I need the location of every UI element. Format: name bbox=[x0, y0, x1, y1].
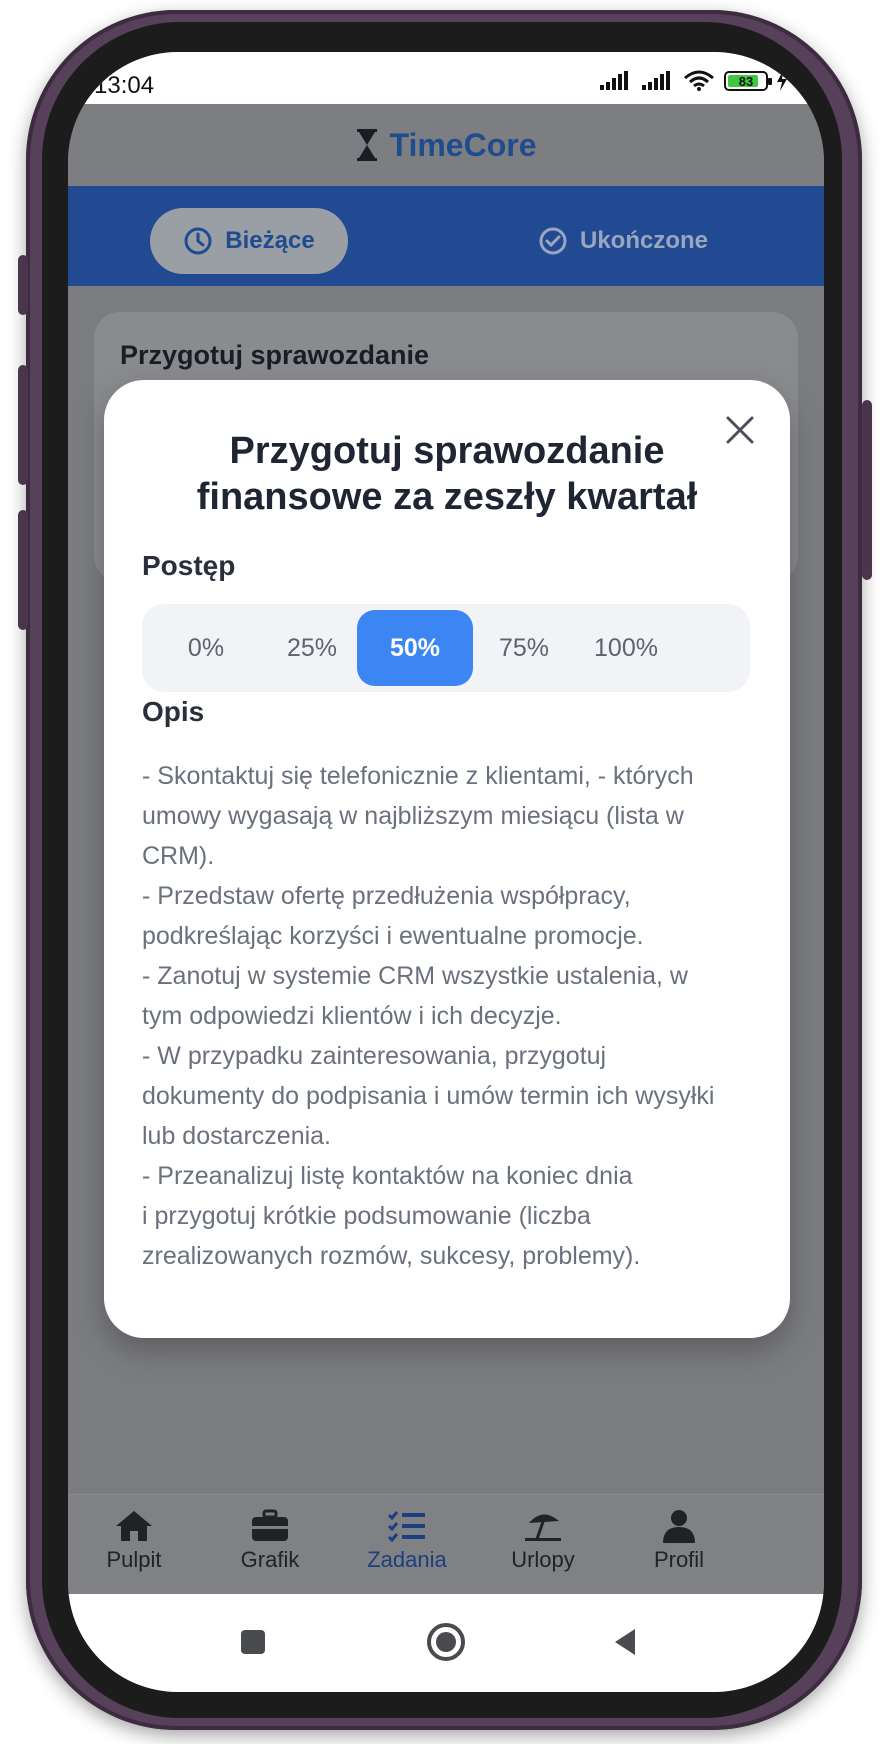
briefcase-icon bbox=[252, 1509, 288, 1541]
nav-item-urlopy[interactable]: Urlopy bbox=[473, 1509, 613, 1573]
nav-label: Urlopy bbox=[511, 1547, 575, 1572]
nav-label: Pulpit bbox=[106, 1547, 162, 1572]
description-line: zrealizowanych rozmów, sukcesy, problemy… bbox=[142, 1242, 641, 1270]
system-nav-bar bbox=[68, 1594, 824, 1692]
nav-label: Profil bbox=[653, 1547, 705, 1572]
tab-current[interactable]: Bieżące bbox=[150, 208, 348, 274]
description-line: - Skontaktuj się telefonicznie z klienta… bbox=[142, 762, 694, 790]
task-details-modal: Przygotuj sprawozdanie finansowe za zesz… bbox=[104, 380, 790, 1338]
home-icon bbox=[116, 1511, 152, 1541]
description-line: podkreślając korzyści i ewentualne promo… bbox=[142, 922, 644, 950]
modal-title-line-2: finansowe za zeszły kwartał bbox=[196, 476, 698, 518]
tab-current-label: Bieżące bbox=[225, 227, 315, 254]
side-button-left-1 bbox=[18, 255, 28, 315]
hourglass-icon bbox=[357, 129, 378, 161]
progress-selector: 0% 25% 50% 75% 100% bbox=[142, 604, 750, 692]
wifi-icon bbox=[684, 70, 714, 91]
side-button-left-3 bbox=[18, 510, 28, 630]
charging-icon bbox=[777, 71, 787, 91]
description-line: umowy wygasają w najbliższym miesiącu (l… bbox=[142, 802, 684, 830]
signal-icon bbox=[600, 71, 628, 90]
description-line: CRM). bbox=[142, 842, 215, 870]
description-label: Opis bbox=[142, 696, 205, 727]
nav-item-grafik[interactable]: Grafik bbox=[200, 1509, 340, 1573]
description-line: tym odpowiedzi klientów i ich decyzje. bbox=[142, 1002, 562, 1030]
brand-name: TimeCore bbox=[389, 126, 537, 163]
description-line: - Zanotuj w systemie CRM wszystkie ustal… bbox=[142, 962, 688, 990]
battery-level: 83 bbox=[738, 73, 754, 89]
progress-label: Postęp bbox=[142, 550, 236, 581]
modal-title-line-1: Przygotuj sprawozdanie bbox=[229, 430, 665, 472]
nav-item-profil[interactable]: Profil bbox=[609, 1509, 749, 1573]
description-text: - Skontaktuj się telefonicznie z klienta… bbox=[142, 756, 762, 1276]
nav-item-pulpit[interactable]: Pulpit bbox=[68, 1509, 204, 1573]
description-line: - Przeanalizuj listę kontaktów na koniec… bbox=[142, 1162, 633, 1190]
status-time: 13:04 bbox=[94, 72, 155, 99]
tab-completed[interactable]: Ukończone bbox=[538, 208, 708, 274]
nav-item-zadania[interactable]: Zadania bbox=[337, 1509, 477, 1573]
side-button-right bbox=[862, 400, 872, 580]
app-header: TimeCore bbox=[68, 104, 824, 186]
modal-title: Przygotuj sprawozdanie finansowe za zesz… bbox=[144, 428, 750, 520]
description-line: i przygotuj krótkie podsumowanie (liczba bbox=[142, 1202, 591, 1230]
nav-label: Grafik bbox=[240, 1547, 300, 1572]
task-card-title: Przygotuj sprawozdanie bbox=[120, 340, 430, 370]
beach-umbrella-icon bbox=[525, 1514, 561, 1541]
nav-label: Zadania bbox=[367, 1547, 447, 1572]
description-line: - W przypadku zainteresowania, przygotuj bbox=[142, 1042, 607, 1070]
person-icon bbox=[663, 1510, 695, 1543]
bottom-nav: Pulpit Grafik Zadania Urlopy Profil bbox=[68, 1494, 824, 1595]
status-icons: 83 bbox=[598, 70, 788, 92]
description-line: lub dostarczenia. bbox=[142, 1122, 332, 1150]
side-button-left-2 bbox=[18, 365, 28, 485]
tab-completed-label: Ukończone bbox=[580, 227, 709, 254]
signal-icon bbox=[642, 71, 670, 90]
description-line: dokumenty do podpisania i umów termin ic… bbox=[142, 1082, 715, 1110]
home-circle-icon[interactable] bbox=[424, 1620, 468, 1664]
battery-icon: 83 bbox=[724, 71, 772, 91]
check-circle-icon bbox=[539, 227, 567, 255]
recents-square-icon[interactable] bbox=[233, 1622, 273, 1662]
screen: 13:04 83 TimeCore Bieżące Ukończone Przy… bbox=[68, 52, 824, 1692]
progress-option-50[interactable]: 50% bbox=[357, 610, 473, 686]
task-list-icon bbox=[387, 1511, 425, 1543]
back-triangle-icon[interactable] bbox=[605, 1622, 645, 1662]
progress-option-100[interactable]: 100% bbox=[562, 610, 690, 686]
clock-icon bbox=[184, 227, 212, 255]
tab-bar: Bieżące Ukończone bbox=[68, 186, 824, 286]
status-bar: 13:04 83 bbox=[68, 52, 824, 104]
description-line: - Przedstaw ofertę przedłużenia współpra… bbox=[142, 882, 631, 910]
